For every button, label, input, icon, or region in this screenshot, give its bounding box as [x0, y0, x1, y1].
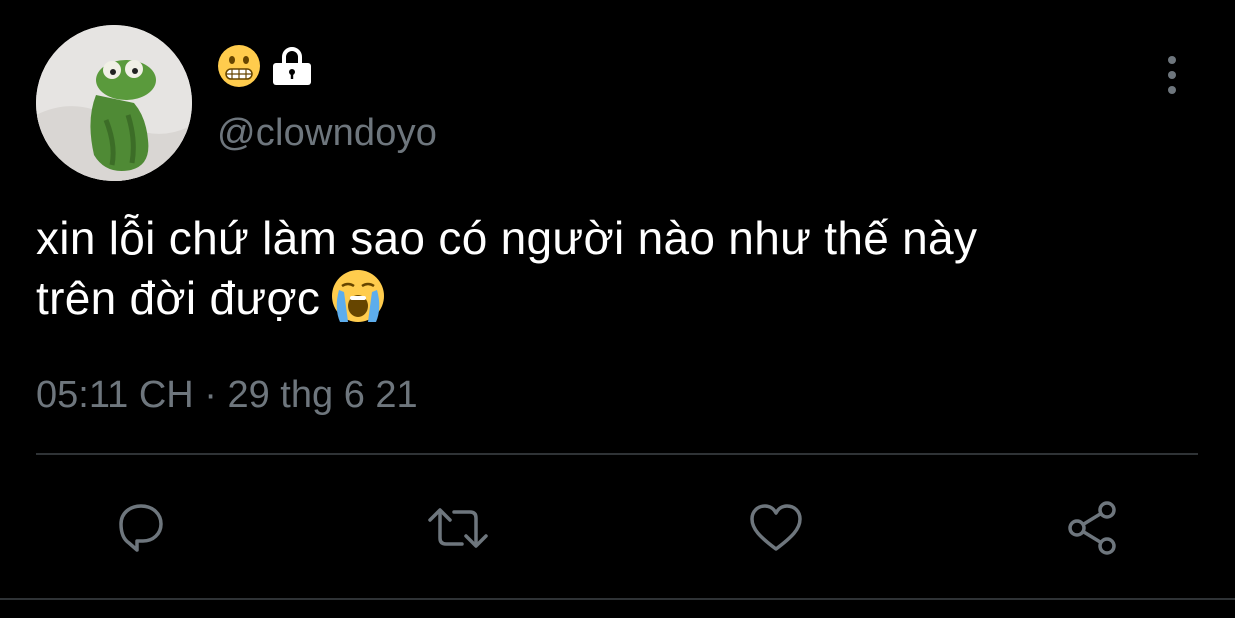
share-icon	[1068, 501, 1116, 555]
tweet-detail: @clowndoyo xin lỗi chứ làm sao có người …	[0, 0, 1235, 618]
tweet-text-line-2-text: trên đời được	[36, 272, 321, 324]
tweet-text-line-1: xin lỗi chứ làm sao có người nào như thế…	[36, 212, 978, 264]
reply-button[interactable]	[109, 496, 173, 560]
user-handle[interactable]: @clowndoyo	[217, 112, 437, 155]
grimacing-face-emoji-icon	[217, 44, 261, 88]
share-button[interactable]	[1061, 496, 1125, 560]
avatar-image	[36, 25, 192, 181]
tweet-text-line-2: trên đời được	[36, 268, 1186, 338]
display-name[interactable]	[217, 44, 317, 88]
reply-icon	[119, 504, 163, 552]
heart-icon	[750, 504, 802, 551]
tweet-timestamp[interactable]: 05:11 CH · 29 thg 6 21	[36, 374, 418, 417]
retweet-button[interactable]	[426, 496, 490, 560]
like-button[interactable]	[744, 496, 808, 560]
loudly-crying-face-emoji-icon	[330, 268, 386, 338]
divider	[36, 453, 1198, 455]
retweet-icon	[428, 508, 488, 548]
more-vertical-icon	[1168, 56, 1176, 94]
lock-icon	[267, 44, 317, 88]
bottom-divider	[0, 598, 1235, 600]
more-options-button[interactable]	[1150, 50, 1194, 100]
avatar[interactable]	[36, 25, 192, 181]
tweet-text: xin lỗi chứ làm sao có người nào như thế…	[36, 208, 1186, 338]
